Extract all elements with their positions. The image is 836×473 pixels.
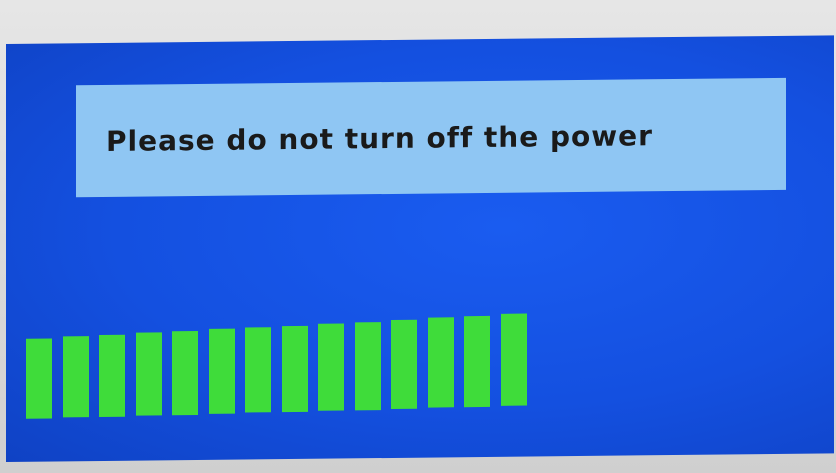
progress-segment [63,336,89,418]
progress-segment [501,313,527,406]
progress-bar [26,313,546,419]
progress-segment [318,323,344,411]
progress-segment [391,319,417,409]
progress-segment [282,325,308,413]
photo-frame: Please do not turn off the power [0,0,836,473]
update-screen: Please do not turn off the power [6,35,834,462]
progress-segment [26,338,52,419]
progress-segment [464,315,490,408]
message-box: Please do not turn off the power [76,77,786,198]
progress-segment [245,327,271,413]
progress-segment [428,317,454,408]
progress-segment [209,328,235,414]
progress-segment [136,332,162,416]
progress-segment [355,322,381,411]
progress-segment [99,334,125,418]
power-warning-message: Please do not turn off the power [106,118,653,158]
progress-segment [172,330,198,416]
